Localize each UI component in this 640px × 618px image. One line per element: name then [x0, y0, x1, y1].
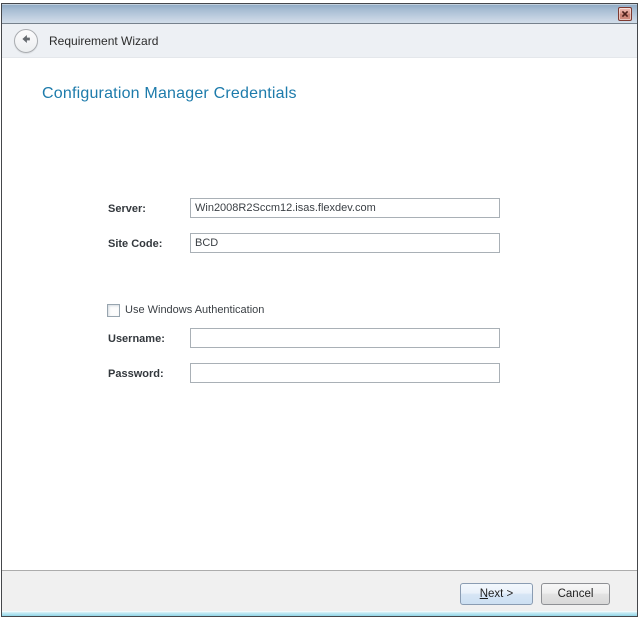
username-label: Username: — [108, 329, 188, 349]
close-button[interactable] — [618, 7, 632, 21]
close-icon — [621, 10, 629, 18]
screen: Requirement Wizard Configuration Manager… — [0, 0, 640, 618]
server-input[interactable] — [190, 198, 500, 218]
wizard-title: Requirement Wizard — [49, 34, 158, 48]
arrow-left-icon — [19, 32, 33, 51]
next-button[interactable]: Next > — [460, 583, 533, 605]
password-input[interactable] — [190, 363, 500, 383]
server-label: Server: — [108, 199, 188, 219]
wizard-footer: Next > Cancel — [2, 570, 637, 611]
wizard-page: Configuration Manager Credentials Server… — [2, 58, 637, 570]
cancel-button-label: Cancel — [558, 588, 594, 600]
site-code-input[interactable] — [190, 233, 500, 253]
titlebar[interactable] — [2, 4, 637, 24]
username-input[interactable] — [190, 328, 500, 348]
windows-auth-label[interactable]: Use Windows Authentication — [125, 303, 264, 318]
windows-auth-checkbox[interactable] — [107, 304, 120, 317]
next-button-mnemonic: N — [480, 588, 488, 600]
site-code-label: Site Code: — [108, 234, 188, 254]
next-button-rest: ext > — [488, 588, 513, 600]
wizard-window: Requirement Wizard Configuration Manager… — [1, 3, 638, 617]
cancel-button[interactable]: Cancel — [541, 583, 610, 605]
wizard-header: Requirement Wizard — [2, 24, 637, 58]
password-label: Password: — [108, 364, 188, 384]
back-button[interactable] — [14, 29, 38, 53]
page-title: Configuration Manager Credentials — [42, 85, 297, 103]
window-bottom-accent — [2, 611, 637, 616]
